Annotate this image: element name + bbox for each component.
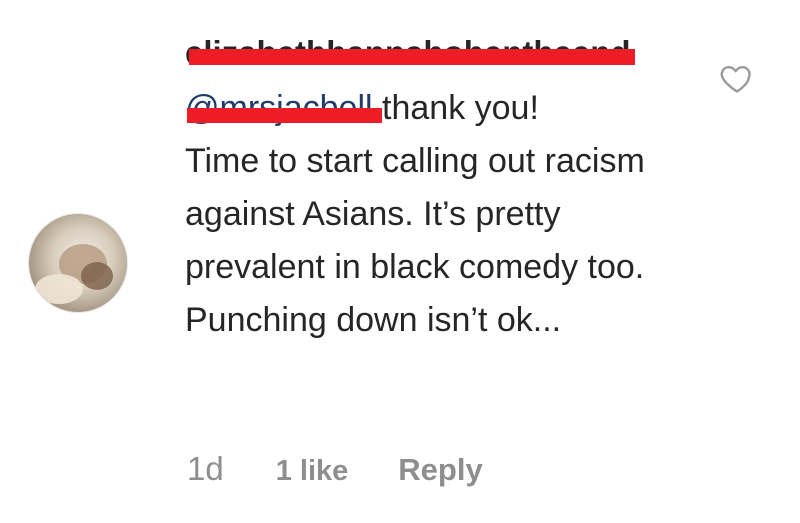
username-redaction-bar [189,49,635,65]
avatar[interactable] [28,213,128,313]
comment-body: elizabethhannahohentheend @mrsjacbell th… [185,30,705,347]
comment-username[interactable]: elizabethhannahohentheend [185,30,635,76]
comment-meta: 1d 1 like Reply [187,450,483,488]
comment-text-rest: thank you! [382,89,539,127]
mention-redaction-bar [187,108,383,123]
avatar-image-part [35,274,83,304]
comment-like-count[interactable]: 1 like [276,455,349,488]
reply-button[interactable]: Reply [398,452,482,488]
heart-outline-icon[interactable] [718,60,756,96]
comment-text: @mrsjacbell thank you! Time to start cal… [185,82,705,347]
avatar-image-part [81,262,113,290]
comment: elizabethhannahohentheend @mrsjacbell th… [0,0,800,523]
comment-timestamp[interactable]: 1d [187,450,224,488]
mention-link[interactable]: @mrsjacbell [185,89,383,127]
comment-text-body: Time to start calling out racism against… [185,142,645,339]
